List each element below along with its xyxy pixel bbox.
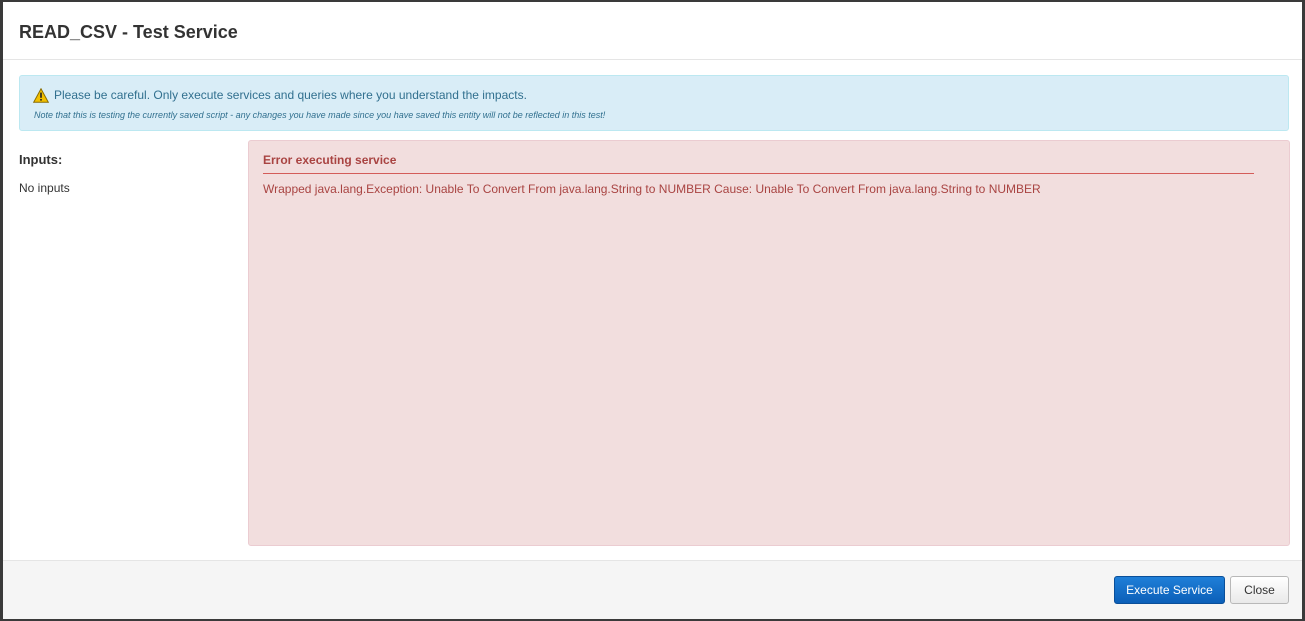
warning-message: Please be careful. Only execute services… [54, 88, 527, 102]
dialog-title: READ_CSV - Test Service [19, 22, 238, 42]
error-title: Error executing service [263, 153, 397, 167]
error-divider [263, 173, 1254, 174]
saved-script-note: Note that this is testing the currently … [34, 110, 606, 120]
warning-icon [32, 87, 50, 103]
dialog-footer: Execute Service Close [3, 560, 1302, 619]
close-button[interactable]: Close [1230, 576, 1289, 604]
no-inputs-text: No inputs [19, 181, 70, 195]
error-result-panel: Error executing service Wrapped java.lan… [248, 140, 1290, 546]
inputs-heading: Inputs: [19, 152, 63, 167]
warning-alert: Please be careful. Only execute services… [19, 75, 1289, 131]
dialog-header: READ_CSV - Test Service [3, 2, 1302, 60]
test-service-dialog: READ_CSV - Test Service Please be carefu… [3, 2, 1302, 619]
error-message: Wrapped java.lang.Exception: Unable To C… [263, 182, 1041, 196]
execute-service-button[interactable]: Execute Service [1114, 576, 1225, 604]
